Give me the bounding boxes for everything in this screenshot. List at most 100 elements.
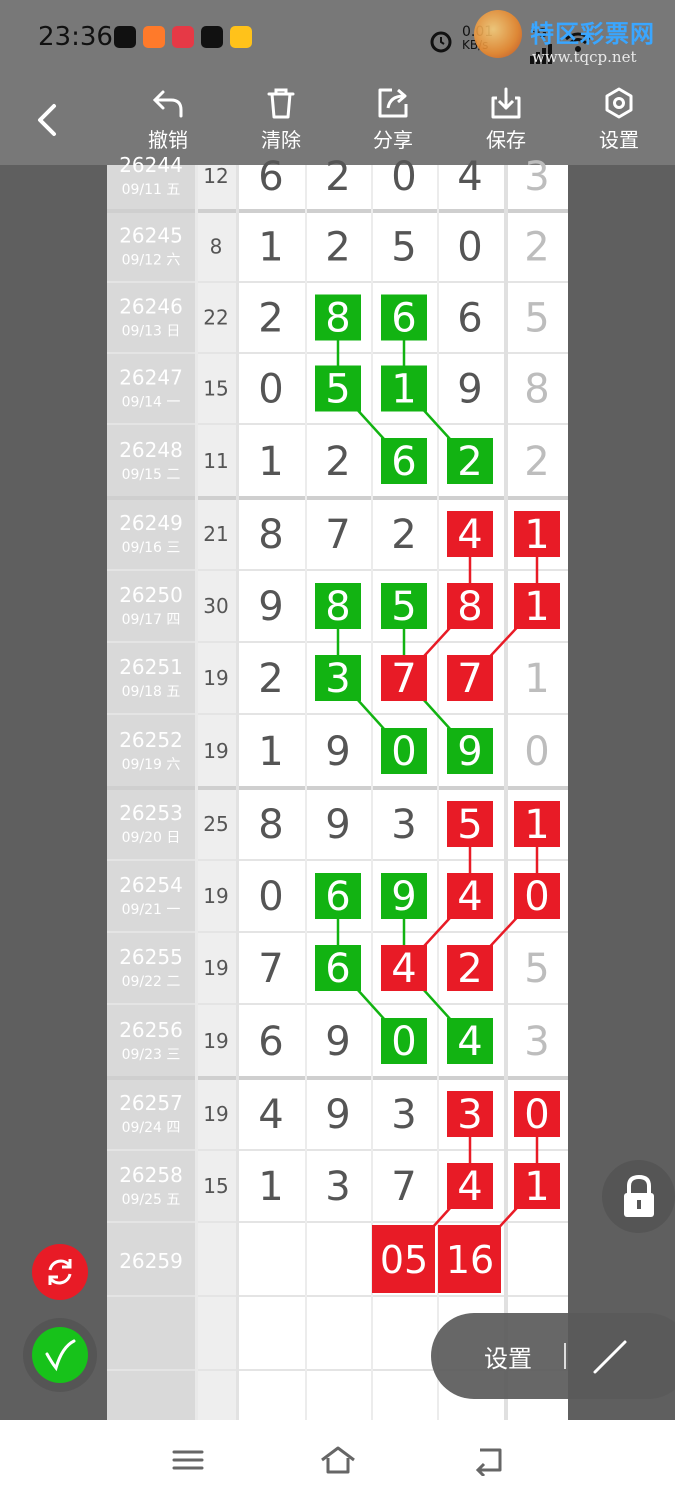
sum-value: 30: [203, 594, 228, 618]
sum-value: 21: [203, 522, 228, 546]
digit-value: 8: [258, 512, 283, 558]
digit-value: 5: [325, 367, 350, 413]
digit-value: 9: [325, 1092, 350, 1138]
lock-icon: [624, 1174, 654, 1217]
extra-value: 0: [524, 1092, 549, 1138]
issue-date: 09/18 五: [122, 684, 181, 700]
digit-value: 1: [258, 225, 283, 271]
digit-value: 0: [391, 154, 416, 200]
digit-value: 1: [258, 729, 283, 775]
digit-value: 2: [391, 512, 416, 558]
system-nav-bar: [0, 1420, 675, 1500]
digit-value: 7: [391, 1164, 416, 1210]
digit-value: 9: [325, 729, 350, 775]
digit-value: 7: [258, 946, 283, 992]
issue-number: 26254: [119, 873, 183, 897]
row-divider: [107, 786, 568, 790]
digit-value: 4: [457, 512, 482, 558]
sum-value: 19: [203, 884, 228, 908]
pencil-icon[interactable]: [591, 1336, 631, 1376]
digit-value: 8: [325, 584, 350, 630]
refresh-icon: [48, 1259, 72, 1285]
issue-date: 09/17 四: [122, 612, 181, 628]
extra-value: 1: [524, 512, 549, 558]
pen-icon: [45, 1339, 76, 1372]
sum-value: 19: [203, 739, 228, 763]
sum-value: 25: [203, 812, 228, 836]
digit-value: 2: [325, 439, 350, 485]
digit-value: 6: [258, 154, 283, 200]
issue-date: 09/15 二: [122, 467, 181, 483]
issue-number: 26248: [119, 438, 183, 462]
issue-number: 26245: [119, 224, 183, 248]
extra-value: 1: [524, 584, 549, 630]
extra-value: 5: [524, 296, 549, 342]
digit-value: 6: [325, 946, 350, 992]
settings-pill[interactable]: 设置: [431, 1313, 675, 1399]
extra-value: 1: [524, 1164, 549, 1210]
extra-value: 0: [524, 729, 549, 775]
row-divider: [107, 1221, 568, 1223]
issue-number: 26257: [119, 1091, 183, 1115]
column-divider: [236, 165, 239, 1420]
digit-value: 0: [391, 1019, 416, 1065]
sum-value: 15: [203, 1174, 228, 1198]
refresh-button[interactable]: [32, 1244, 88, 1300]
extra-value: 1: [524, 656, 549, 702]
home-icon[interactable]: [318, 1444, 358, 1476]
pen-mode-inner: [32, 1327, 88, 1383]
sum-value: 12: [203, 164, 228, 188]
sum-value: 19: [203, 1029, 228, 1053]
sum-value: 15: [203, 377, 228, 401]
digit-value: 0: [258, 367, 283, 413]
row-divider: [107, 496, 568, 500]
digit-value: 8: [457, 584, 482, 630]
digit-value: 7: [325, 512, 350, 558]
digit-value: 4: [258, 1092, 283, 1138]
issue-number: 26249: [119, 511, 183, 535]
digit-value: 1: [391, 367, 416, 413]
sum-value: 19: [203, 1102, 228, 1126]
row-divider: [107, 281, 568, 283]
issue-date: 09/24 四: [122, 1120, 181, 1136]
lock-button[interactable]: [602, 1160, 675, 1233]
issue-number: 26253: [119, 801, 183, 825]
issue-number: 26259: [119, 1249, 183, 1273]
digit-value: 0: [457, 225, 482, 271]
prediction-value: 05: [380, 1238, 428, 1282]
issue-date: 09/16 三: [122, 540, 181, 556]
digit-value: 2: [457, 439, 482, 485]
digit-value: 1: [258, 439, 283, 485]
trend-chart-overlay[interactable]: 2624409/11 五12 6 2 0 4 32624509/12 六8 1 2 5 0 2262…: [0, 0, 675, 1500]
digit-value: 6: [391, 296, 416, 342]
pen-mode-button[interactable]: [23, 1318, 97, 1392]
issue-date: 09/20 日: [122, 830, 181, 846]
digit-value: 3: [391, 1092, 416, 1138]
extra-value: 2: [524, 439, 549, 485]
row-divider: [107, 569, 568, 571]
digit-value: 2: [457, 946, 482, 992]
digit-value: 4: [457, 874, 482, 920]
digit-value: 9: [258, 584, 283, 630]
menu-icon[interactable]: [168, 1444, 208, 1476]
issue-number: 26246: [119, 295, 183, 319]
digit-value: 9: [457, 729, 482, 775]
row-divider: [107, 1003, 568, 1005]
digit-value: 6: [258, 1019, 283, 1065]
extra-value: 0: [524, 874, 549, 920]
extra-value: 3: [524, 154, 549, 200]
issue-date: 09/21 一: [122, 902, 181, 918]
digit-value: 2: [325, 225, 350, 271]
digit-value: 2: [325, 154, 350, 200]
issue-date: 09/22 二: [122, 974, 181, 990]
extra-value: 2: [524, 225, 549, 271]
digit-value: 4: [457, 1164, 482, 1210]
digit-value: 2: [258, 656, 283, 702]
digit-value: 3: [457, 1092, 482, 1138]
extra-value: 1: [524, 802, 549, 848]
back-icon[interactable]: [468, 1444, 508, 1476]
pill-divider: [564, 1343, 566, 1369]
issue-date: 09/11 五: [122, 182, 181, 198]
settings-pill-label[interactable]: 设置: [484, 1339, 532, 1374]
digit-value: 2: [258, 296, 283, 342]
